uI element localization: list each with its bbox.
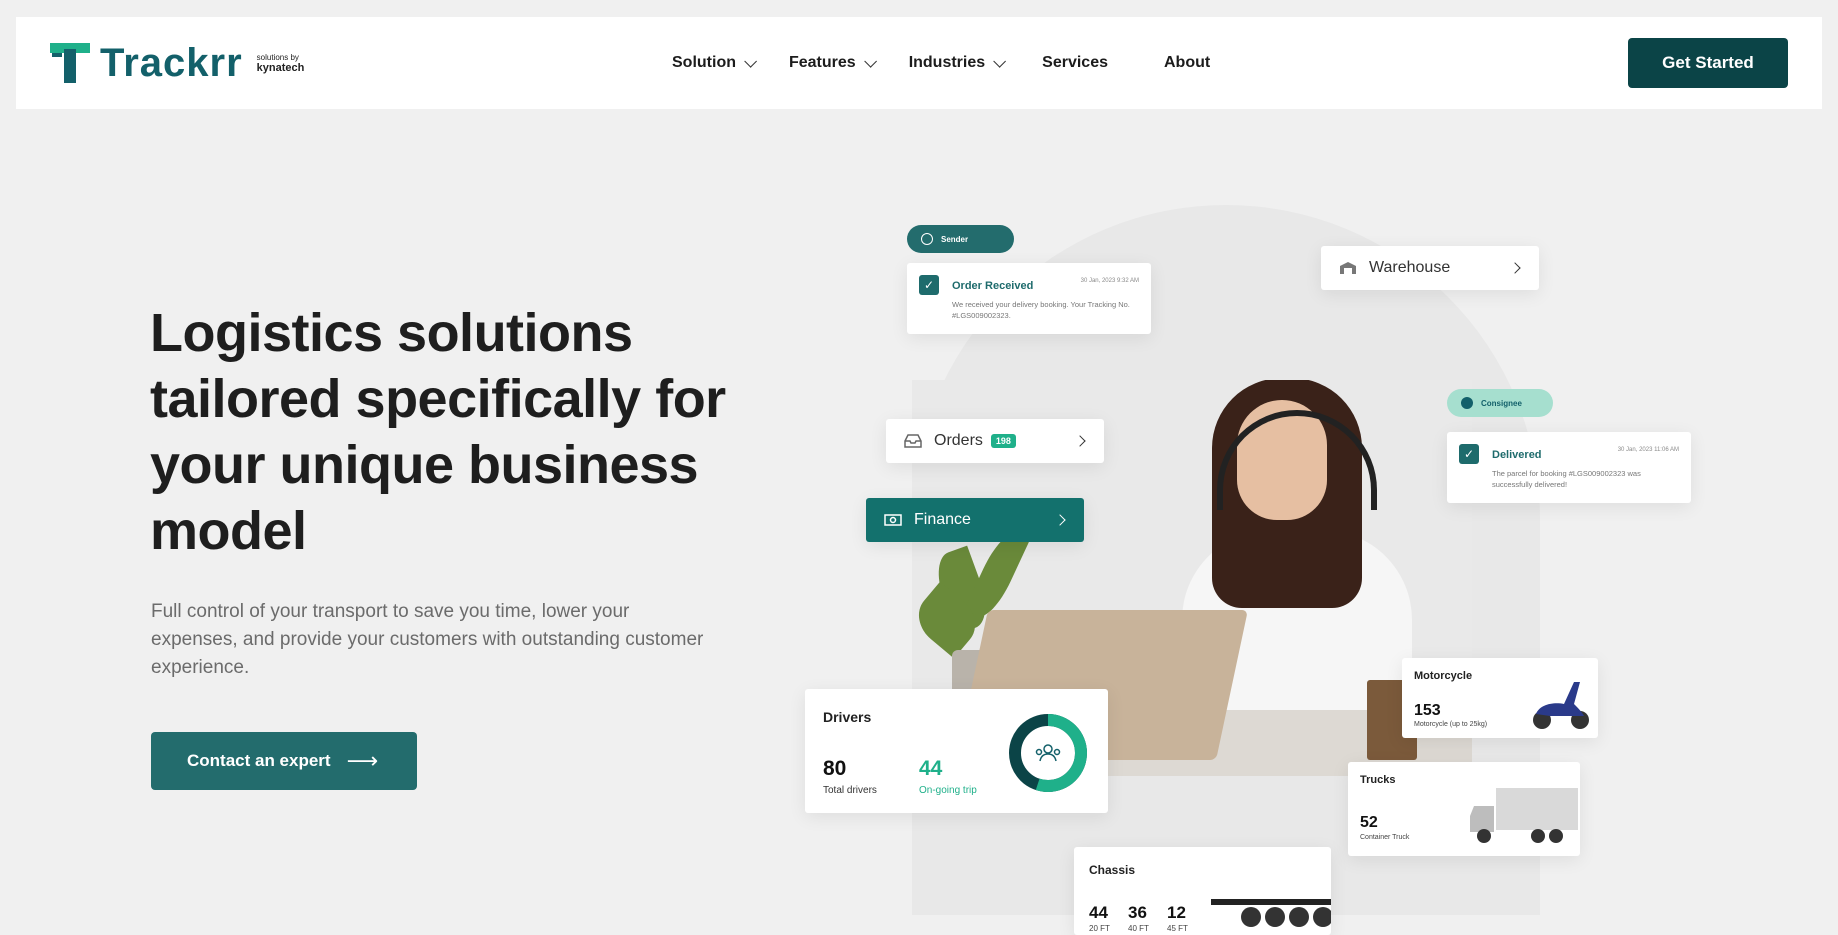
logo[interactable]: Trackrr solutions by kynatech	[50, 43, 304, 83]
site-header: Trackrr solutions by kynatech Solution F…	[16, 17, 1822, 109]
warehouse-label: Warehouse	[1369, 259, 1451, 276]
order-received-title: Order Received	[952, 280, 1034, 292]
chassis-45ft-value: 12	[1167, 903, 1186, 922]
contact-expert-button[interactable]: Contact an expert ⟶	[151, 732, 417, 790]
nav-solution-label: Solution	[672, 54, 736, 71]
order-received-card: ✓ Order Received 30 Jan, 2023 9:32 AM We…	[907, 263, 1151, 334]
chassis-trailer-icon	[1211, 899, 1331, 927]
sender-pill: Sender	[907, 225, 1014, 253]
finance-card[interactable]: Finance	[866, 498, 1084, 542]
checkbox-checked-icon: ✓	[919, 275, 939, 295]
consignee-pill: Consignee	[1447, 389, 1553, 417]
chevron-down-icon	[744, 54, 757, 68]
warehouse-card[interactable]: Warehouse	[1321, 246, 1539, 290]
chassis-40ft-value: 36	[1128, 903, 1147, 922]
chevron-right-icon	[1054, 514, 1066, 526]
logo-wordmark: Trackrr	[100, 41, 243, 85]
delivered-title: Delivered	[1492, 449, 1542, 461]
orders-card[interactable]: Orders 198	[886, 419, 1104, 463]
drivers-donut-chart	[1009, 714, 1087, 792]
contact-expert-label: Contact an expert	[187, 751, 331, 770]
arrow-right-icon: ⟶	[346, 748, 379, 773]
truck-icon	[1470, 788, 1578, 843]
chassis-20ft-value: 44	[1089, 903, 1108, 922]
scooter-icon	[1533, 682, 1589, 729]
nav-services-label: Services	[1042, 54, 1108, 71]
chevron-down-icon	[863, 54, 877, 68]
delivered-card: ✓ Delivered 30 Jan, 2023 11:06 AM The pa…	[1447, 432, 1691, 503]
nav-industries[interactable]: Industries	[908, 54, 1007, 72]
motorcycle-title: Motorcycle	[1414, 670, 1473, 682]
chassis-20ft-label: 20 FT	[1089, 924, 1110, 933]
chevron-down-icon	[993, 54, 1007, 68]
drivers-card: Drivers 80 Total drivers 44 On-going tri…	[805, 689, 1108, 813]
finance-label: Finance	[914, 511, 971, 528]
motorcycle-value: 153	[1414, 702, 1441, 719]
trucks-value: 52	[1360, 814, 1378, 831]
nav-services[interactable]: Services	[1042, 54, 1108, 72]
chassis-40ft-label: 40 FT	[1128, 924, 1149, 933]
nav-about[interactable]: About	[1164, 54, 1210, 72]
trucks-card: Trucks 52 Container Truck	[1348, 762, 1580, 856]
hero-title: Logistics solutions tailored specificall…	[150, 303, 726, 561]
logo-tagline: solutions by kynatech	[256, 53, 305, 74]
hero-subtitle: Full control of your transport to save y…	[151, 601, 704, 678]
nav-solution[interactable]: Solution	[672, 54, 757, 72]
order-received-message: We received your delivery booking. Your …	[952, 300, 1130, 320]
chassis-title: Chassis	[1089, 863, 1136, 877]
nav-features-label: Features	[788, 54, 856, 71]
inbox-icon	[904, 434, 922, 448]
nav-features[interactable]: Features	[788, 54, 877, 72]
money-icon	[884, 514, 902, 526]
trucks-subtitle: Container Truck	[1360, 834, 1410, 841]
orders-label: Orders	[934, 432, 983, 449]
chevron-right-icon	[1509, 262, 1521, 274]
drivers-title: Drivers	[823, 709, 872, 725]
main-nav: Solution Features Industries Services Ab…	[672, 17, 1246, 109]
chevron-right-icon	[1074, 435, 1086, 447]
team-icon	[1035, 744, 1061, 762]
consignee-label: Consignee	[1481, 398, 1522, 408]
total-drivers-label: Total drivers	[823, 785, 877, 796]
motorcycle-card: Motorcycle 153 Motorcycle (up to 25kg)	[1402, 658, 1598, 738]
orders-count-badge: 198	[990, 434, 1016, 448]
user-icon	[921, 233, 933, 245]
warehouse-icon	[1340, 262, 1356, 274]
trucks-title: Trucks	[1360, 774, 1396, 786]
motorcycle-subtitle: Motorcycle (up to 25kg)	[1414, 721, 1488, 728]
logo-tagline-bottom: kynatech	[256, 62, 305, 74]
user-icon	[1461, 397, 1473, 409]
chassis-card: Chassis 44 20 FT 36 40 FT 12 45 FT	[1074, 847, 1331, 935]
checkbox-checked-icon: ✓	[1459, 444, 1479, 464]
sender-label: Sender	[941, 234, 969, 244]
chassis-45ft-label: 45 FT	[1167, 924, 1188, 933]
delivered-message: The parcel for booking #LGS009002323 was…	[1492, 469, 1641, 489]
get-started-button[interactable]: Get Started	[1628, 38, 1788, 88]
order-received-date: 30 Jan, 2023 9:32 AM	[1080, 278, 1139, 284]
nav-industries-label: Industries	[908, 54, 986, 71]
trackrr-logo-icon	[50, 43, 90, 83]
ongoing-trip-label: On-going trip	[919, 785, 977, 796]
ongoing-trip-value: 44	[919, 757, 943, 780]
nav-about-label: About	[1164, 54, 1211, 71]
total-drivers-value: 80	[823, 757, 847, 780]
delivered-date: 30 Jan, 2023 11:06 AM	[1617, 447, 1679, 453]
